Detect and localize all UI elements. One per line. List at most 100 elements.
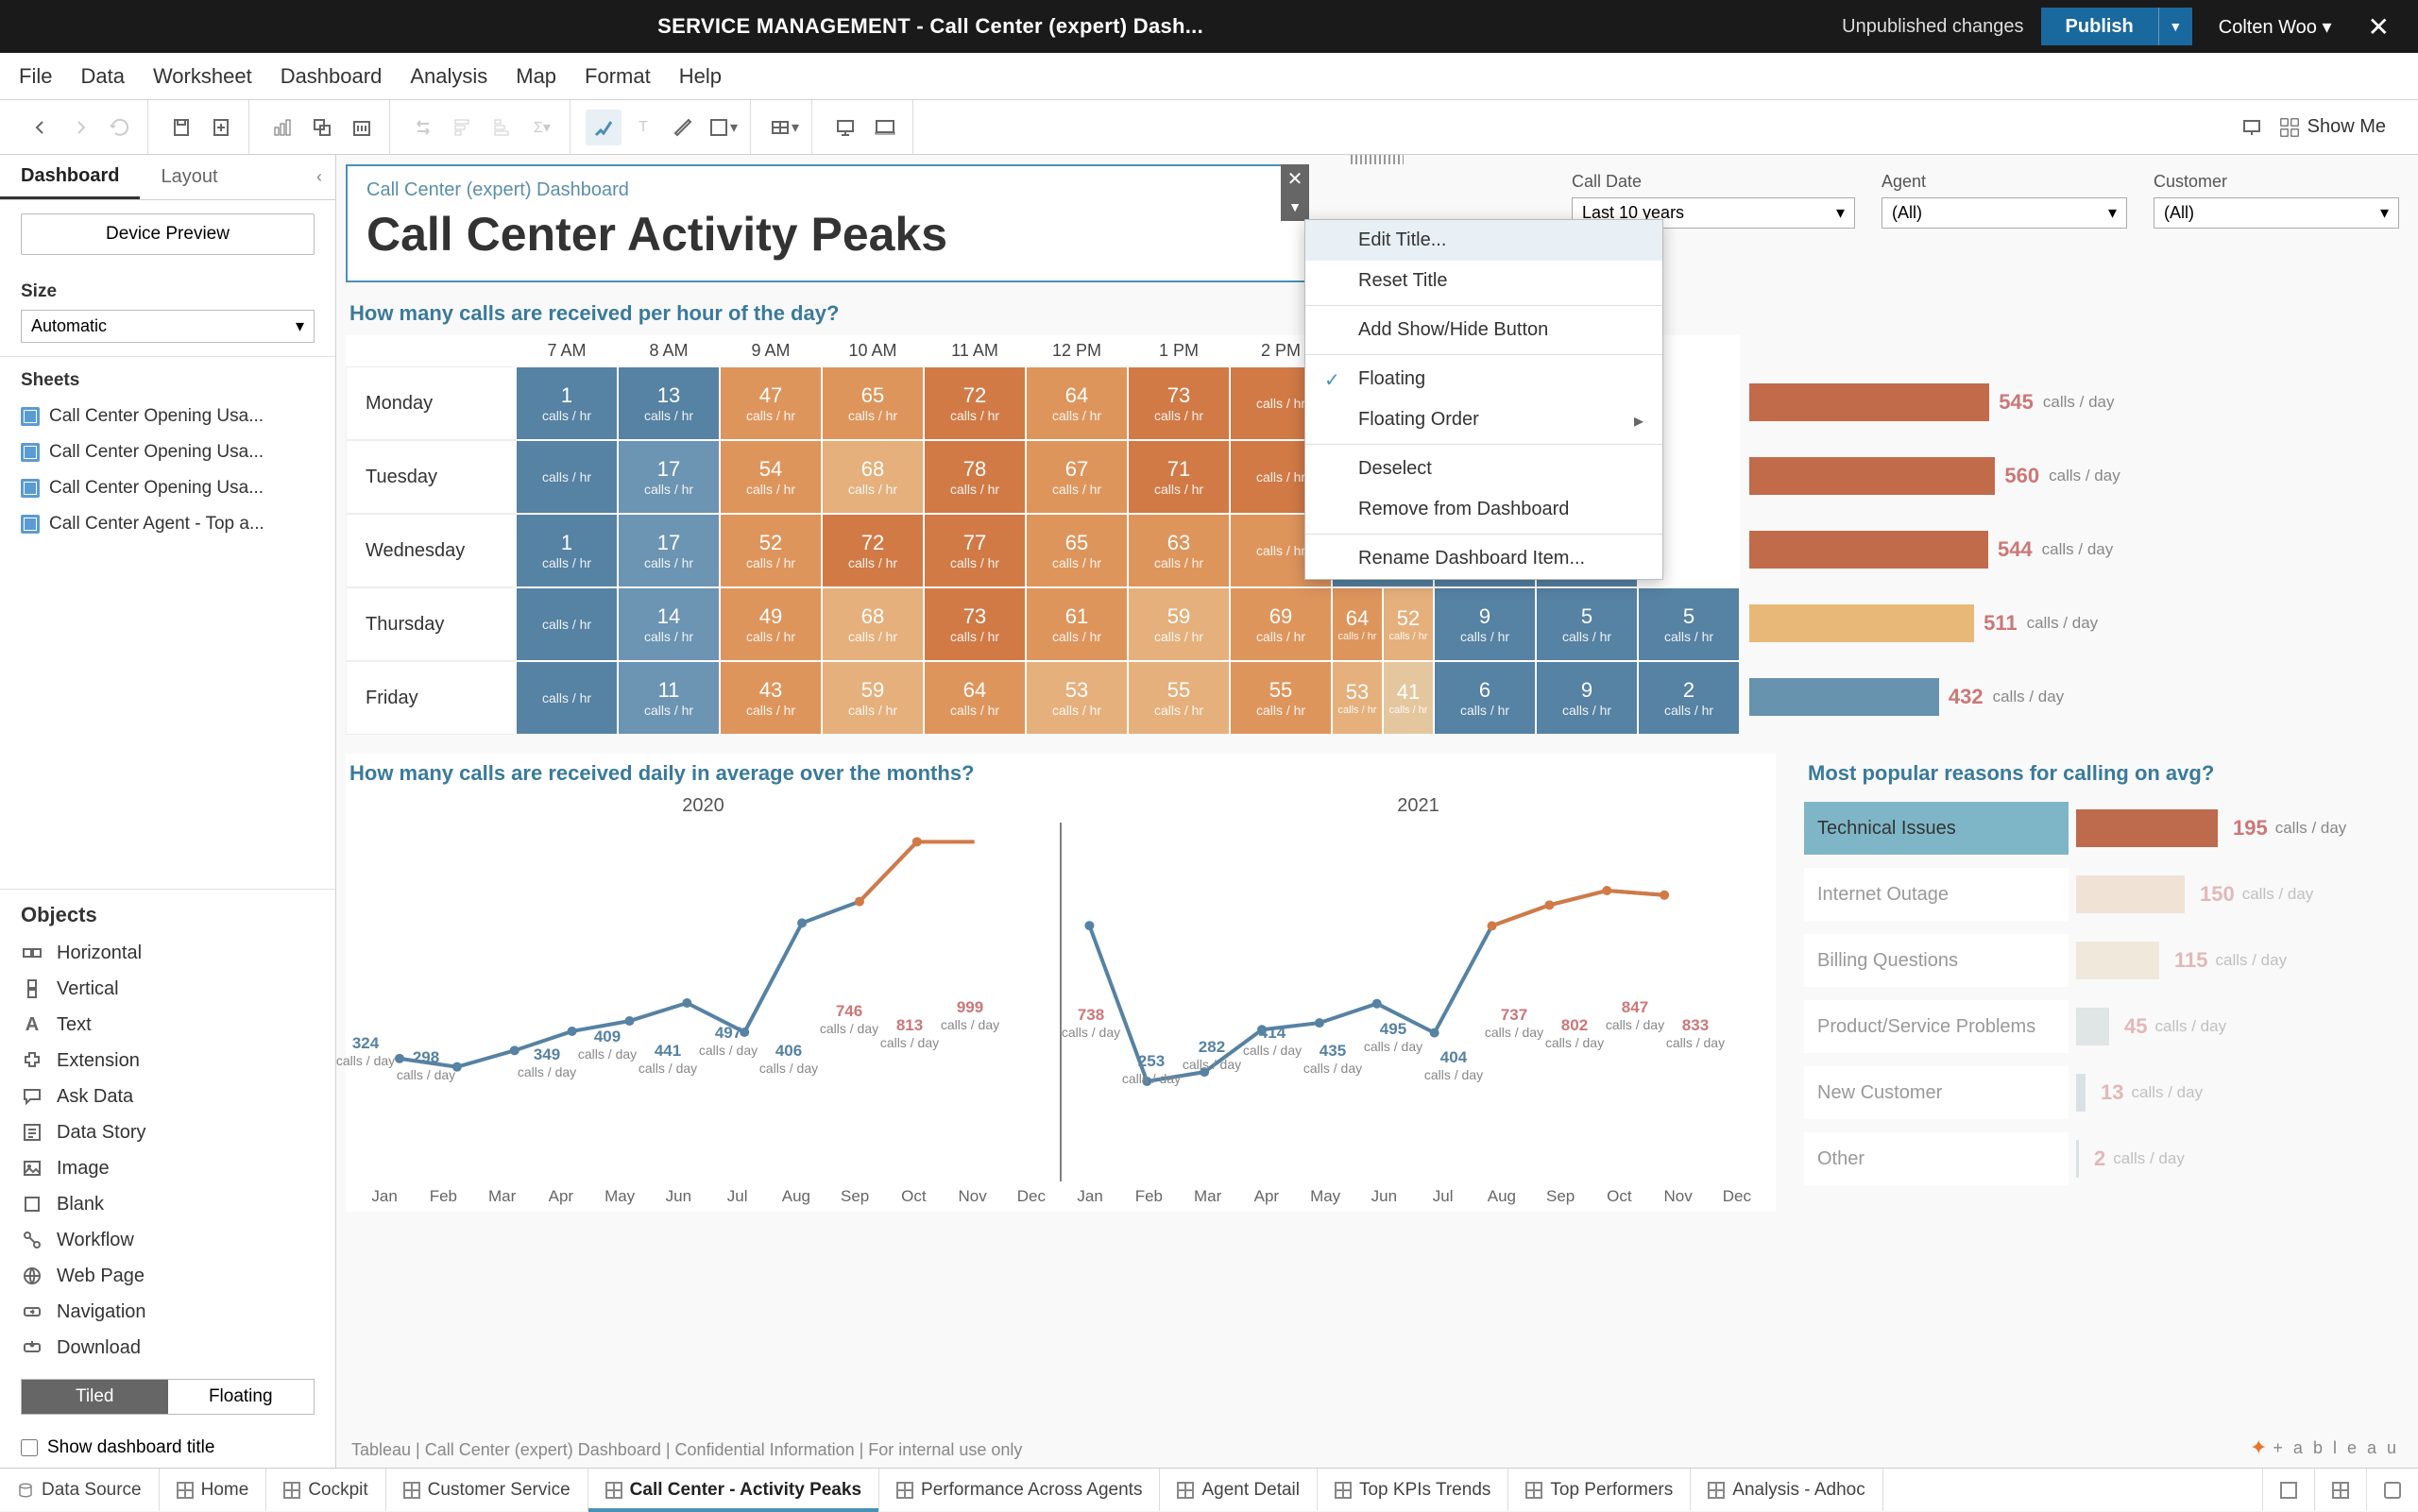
new-story-icon[interactable] [2366, 1469, 2418, 1511]
tab-agent-detail[interactable]: Agent Detail [1160, 1469, 1318, 1511]
heatmap-cell[interactable]: 64calls / hr [1026, 366, 1128, 440]
heatmap-cell[interactable]: 53calls / hr [1026, 661, 1128, 735]
presentation-icon[interactable] [827, 110, 863, 145]
heatmap-cell[interactable]: 1calls / hr [516, 366, 618, 440]
size-select[interactable]: Automatic▾ [21, 310, 315, 343]
tab-call-center-activity-peaks[interactable]: Call Center - Activity Peaks [588, 1469, 879, 1511]
object-data-story[interactable]: Data Story [0, 1114, 335, 1150]
device-icon[interactable] [867, 110, 903, 145]
heatmap-cell[interactable]: 65calls / hr [822, 366, 924, 440]
heatmap-cell[interactable]: 55calls / hr [1230, 661, 1332, 735]
heatmap-cell[interactable]: 72calls / hr [924, 366, 1026, 440]
heatmap-cell[interactable]: 65calls / hr [1026, 514, 1128, 587]
tab-datasource[interactable]: Data Source [0, 1469, 160, 1511]
sheet-item[interactable]: Call Center Opening Usa... [0, 399, 335, 434]
object-image[interactable]: Image [0, 1150, 335, 1186]
annotate-icon[interactable] [665, 110, 701, 145]
object-horizontal[interactable]: Horizontal [0, 935, 335, 971]
title-card[interactable]: ✕ ▼ Call Center (expert) Dashboard Call … [346, 164, 1309, 282]
saveas-icon[interactable] [203, 110, 239, 145]
heatmap-cell[interactable]: 59calls / hr [1128, 587, 1230, 661]
guide-icon[interactable] [2234, 110, 2270, 145]
ctx-deselect[interactable]: Deselect [1305, 449, 1662, 489]
menu-analysis[interactable]: Analysis [410, 64, 487, 89]
new-worksheet-icon[interactable] [264, 110, 300, 145]
heatmap-cell[interactable]: 9calls / hr [1434, 587, 1536, 661]
tab-home[interactable]: Home [160, 1469, 267, 1511]
tab-customer-service[interactable]: Customer Service [386, 1469, 588, 1511]
line-chart[interactable]: How many calls are received daily in ave… [346, 754, 1776, 1212]
heatmap-cell[interactable]: 61calls / hr [1026, 587, 1128, 661]
heatmap-cell[interactable]: 1calls / hr [516, 514, 618, 587]
reason-row[interactable]: Technical Issues 195 calls / day [1804, 795, 2409, 861]
tab-performance-across-agents[interactable]: Performance Across Agents [879, 1469, 1160, 1511]
menu-file[interactable]: File [19, 64, 52, 89]
sheet-item[interactable]: Call Center Opening Usa... [0, 434, 335, 470]
heatmap-cell[interactable]: 52calls / hr [720, 514, 822, 587]
object-vertical[interactable]: Vertical [0, 971, 335, 1007]
object-navigation[interactable]: Navigation [0, 1294, 335, 1330]
heatmap-cell[interactable]: 67calls / hr [1026, 440, 1128, 514]
heatmap-cell[interactable]: 47calls / hr [720, 366, 822, 440]
sheet-item[interactable]: Call Center Opening Usa... [0, 470, 335, 506]
borders-icon[interactable]: ▾ [705, 110, 741, 145]
object-text[interactable]: AText [0, 1007, 335, 1043]
heatmap-cell[interactable]: calls / hr [516, 661, 618, 735]
heatmap-cell[interactable]: 64calls / hr [1332, 587, 1383, 661]
new-dashboard-icon[interactable] [2314, 1469, 2366, 1511]
heatmap-cell[interactable]: 13calls / hr [618, 366, 720, 440]
save-icon[interactable] [163, 110, 199, 145]
heatmap-cell[interactable]: 49calls / hr [720, 587, 822, 661]
menu-help[interactable]: Help [679, 64, 722, 89]
day-totals-bars[interactable]: 545calls / day560calls / day544calls / d… [1749, 335, 2120, 735]
user-menu[interactable]: Colten Woo ▾ [2209, 15, 2341, 39]
new-sheet-icon[interactable] [2262, 1469, 2314, 1511]
floating-option[interactable]: Floating [168, 1380, 315, 1414]
publish-dropdown[interactable]: ▼ [2158, 8, 2192, 45]
heatmap-cell[interactable]: 52calls / hr [1383, 587, 1434, 661]
show-title-checkbox[interactable]: Show dashboard title [0, 1428, 335, 1468]
highlight-icon[interactable] [586, 110, 622, 145]
ctx-floating-order[interactable]: Floating Order▸ [1305, 399, 1662, 440]
heatmap-cell[interactable]: 53calls / hr [1332, 661, 1383, 735]
heatmap-cell[interactable]: 71calls / hr [1128, 440, 1230, 514]
ctx-add-showhide[interactable]: Add Show/Hide Button [1305, 310, 1662, 350]
reason-row[interactable]: Product/Service Problems 45 calls / day [1804, 994, 2409, 1060]
heatmap-cell[interactable]: 77calls / hr [924, 514, 1026, 587]
day-total-row[interactable]: 432calls / day [1749, 660, 2120, 734]
reason-row[interactable]: Other 2 calls / day [1804, 1126, 2409, 1192]
heatmap-cell[interactable]: 5calls / hr [1638, 587, 1740, 661]
heatmap-cell[interactable]: 68calls / hr [822, 440, 924, 514]
menu-map[interactable]: Map [516, 64, 556, 89]
reason-row[interactable]: Internet Outage 150 calls / day [1804, 861, 2409, 927]
day-total-row[interactable]: 560calls / day [1749, 439, 2120, 513]
heatmap-cell[interactable]: calls / hr [516, 587, 618, 661]
close-icon[interactable]: ✕ [2358, 11, 2399, 42]
duplicate-icon[interactable] [304, 110, 340, 145]
day-total-row[interactable]: 545calls / day [1749, 365, 2120, 439]
object-web-page[interactable]: Web Page [0, 1258, 335, 1294]
object-ask-data[interactable]: Ask Data [0, 1079, 335, 1114]
device-preview-button[interactable]: Device Preview [21, 213, 315, 255]
heatmap-cell[interactable]: 68calls / hr [822, 587, 924, 661]
heatmap-cell[interactable]: 59calls / hr [822, 661, 924, 735]
ctx-rename[interactable]: Rename Dashboard Item... [1305, 538, 1662, 579]
heatmap-cell[interactable]: 5calls / hr [1536, 587, 1638, 661]
heatmap-cell[interactable]: 9calls / hr [1536, 661, 1638, 735]
collapse-sidebar-icon[interactable]: ‹ [303, 167, 335, 187]
showme-button[interactable]: Show Me [2279, 116, 2386, 138]
heatmap-cell[interactable]: 54calls / hr [720, 440, 822, 514]
side-tab-dashboard[interactable]: Dashboard [0, 155, 140, 199]
heatmap-cell[interactable]: 41calls / hr [1383, 661, 1434, 735]
heatmap-cell[interactable]: 64calls / hr [924, 661, 1026, 735]
heatmap-cell[interactable]: 14calls / hr [618, 587, 720, 661]
heatmap-cell[interactable]: 17calls / hr [618, 440, 720, 514]
reasons-chart[interactable]: Most popular reasons for calling on avg?… [1804, 754, 2409, 1212]
gripper-icon[interactable] [1351, 155, 1404, 164]
close-icon[interactable]: ✕ [1281, 164, 1309, 193]
menu-dashboard[interactable]: Dashboard [281, 64, 383, 89]
reason-row[interactable]: Billing Questions 115 calls / day [1804, 927, 2409, 994]
tab-top-kpis-trends[interactable]: Top KPIs Trends [1318, 1469, 1508, 1511]
heatmap-cell[interactable]: 6calls / hr [1434, 661, 1536, 735]
tab-top-performers[interactable]: Top Performers [1508, 1469, 1691, 1511]
